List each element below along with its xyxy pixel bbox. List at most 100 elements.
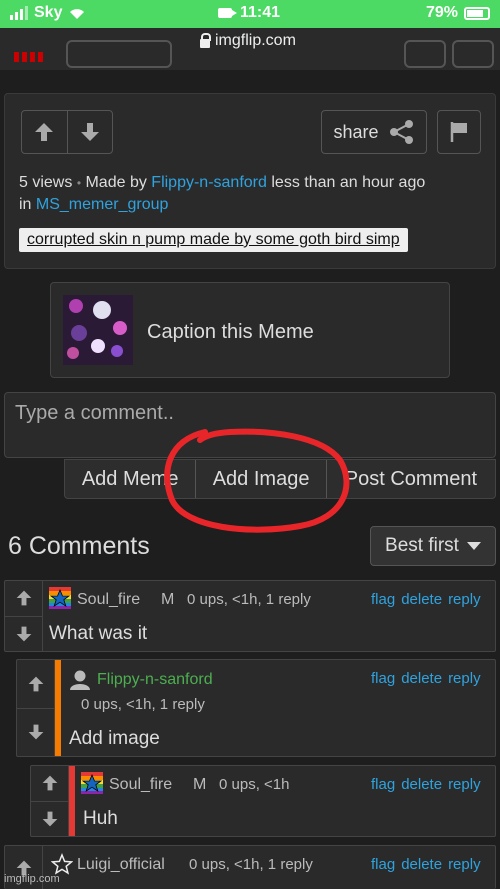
share-icon — [389, 120, 413, 144]
comment-text: Add image — [69, 728, 160, 749]
comment-box — [4, 392, 496, 458]
comment-item: Soul_fire M 0 ups, <1h flag delete reply… — [30, 765, 496, 837]
time-ago: less than an hour ago — [271, 174, 426, 191]
sort-dropdown[interactable]: Best first — [370, 526, 496, 566]
star-outline-icon — [51, 853, 73, 875]
battery-percent: 79% — [425, 4, 458, 21]
flag-link[interactable]: flag — [371, 776, 395, 793]
comment-action-links: flag delete reply — [371, 591, 481, 608]
flag-link[interactable]: flag — [371, 670, 395, 687]
upvote-button[interactable] — [17, 660, 54, 708]
comment-action-links: flag delete reply — [371, 670, 481, 687]
separator-dot: • — [76, 176, 82, 190]
add-meme-button[interactable]: Add Meme — [65, 460, 195, 498]
caption-label: Caption this Meme — [147, 321, 314, 343]
camera-icon — [218, 8, 237, 18]
comment-vote — [17, 660, 55, 756]
comments-count: 6 Comments — [8, 532, 150, 560]
group-link[interactable]: MS_memer_group — [36, 196, 169, 213]
caption-meme-card[interactable]: Caption this Meme — [50, 282, 450, 378]
meme-thumbnail — [63, 295, 133, 365]
delete-link[interactable]: delete — [401, 670, 442, 687]
arrow-down-icon — [16, 626, 31, 642]
reply-link[interactable]: reply — [448, 856, 481, 873]
default-avatar-icon — [70, 670, 90, 690]
image-tag[interactable]: corrupted skin n pump made by some goth … — [19, 228, 408, 252]
delete-link[interactable]: delete — [401, 776, 442, 793]
comment-vote — [31, 766, 69, 836]
flag-link[interactable]: flag — [371, 856, 395, 873]
arrow-up-icon — [16, 590, 31, 606]
upvote-button[interactable] — [22, 111, 67, 153]
comment-meta: 0 ups, <1h, 1 reply — [81, 696, 205, 713]
flag-link[interactable]: flag — [371, 591, 395, 608]
comment-username[interactable]: Flippy-n-sanford — [97, 671, 213, 689]
arrow-up-icon — [28, 676, 43, 692]
downvote-button[interactable] — [66, 111, 112, 153]
share-button[interactable]: share — [321, 110, 427, 154]
share-label: share — [333, 121, 379, 142]
status-bar: Sky 11:41 79% — [0, 0, 500, 28]
mod-badge: M — [161, 591, 175, 608]
carrier-name: Sky — [34, 4, 63, 21]
ghost-menu-button-2 — [452, 40, 494, 68]
reply-depth-stripe — [55, 660, 61, 756]
comment-item: Flippy-n-sanford 0 ups, <1h, 1 reply fla… — [16, 659, 496, 757]
image-vote-group — [21, 110, 113, 154]
reply-link[interactable]: reply — [448, 776, 481, 793]
delete-link[interactable]: delete — [401, 591, 442, 608]
delete-link[interactable]: delete — [401, 856, 442, 873]
chevron-down-icon — [466, 542, 481, 550]
sort-label: Best first — [385, 535, 459, 556]
arrow-down-icon — [28, 724, 43, 740]
comment-item: Soul_fire M 0 ups, <1h, 1 reply flag del… — [4, 580, 496, 652]
reply-link[interactable]: reply — [448, 670, 481, 687]
upvote-button[interactable] — [5, 581, 42, 616]
comment-username[interactable]: Soul_fire — [109, 776, 172, 794]
ghost-create-button — [66, 40, 172, 68]
comment-item: Luigi_official 0 ups, <1h, 1 reply flag … — [4, 845, 496, 889]
view-count: 5 views — [19, 174, 73, 191]
upvote-button[interactable] — [31, 766, 68, 801]
url-text: imgflip.com — [215, 32, 296, 49]
downvote-button[interactable] — [31, 800, 68, 837]
flag-icon — [450, 122, 467, 142]
site-logo — [14, 52, 43, 62]
add-image-button[interactable]: Add Image — [195, 460, 325, 498]
arrow-up-icon — [35, 123, 54, 141]
browser-url-bar[interactable]: imgflip.com — [0, 28, 500, 70]
comment-meta: 0 ups, <1h, 1 reply — [187, 591, 311, 608]
rainbow-star-avatar-icon — [81, 772, 103, 794]
comment-username[interactable]: Soul_fire — [77, 591, 140, 609]
clock: 11:41 — [240, 4, 281, 21]
comment-meta: 0 ups, <1h — [219, 776, 290, 793]
reply-depth-stripe — [69, 766, 75, 836]
wifi-icon — [70, 9, 85, 19]
lock-icon — [200, 32, 211, 48]
comment-input[interactable] — [5, 393, 495, 457]
comment-vote — [5, 581, 43, 651]
comment-action-links: flag delete reply — [371, 856, 481, 873]
comment-action-links: flag delete reply — [371, 776, 481, 793]
made-by-label: Made by — [85, 174, 147, 191]
image-meta: 5 views • Made by Flippy-n-sanford less … — [19, 172, 489, 216]
post-comment-button[interactable]: Post Comment — [325, 460, 495, 498]
comment-actions: Add Meme Add Image Post Comment — [64, 459, 496, 499]
mod-badge: M — [193, 776, 207, 793]
downvote-button[interactable] — [5, 615, 42, 652]
comment-text: Huh — [83, 808, 118, 829]
flag-image-button[interactable] — [437, 110, 481, 154]
author-link[interactable]: Flippy-n-sanford — [151, 174, 267, 191]
in-label: in — [19, 196, 32, 213]
reply-link[interactable]: reply — [448, 591, 481, 608]
ghost-menu-button — [404, 40, 446, 68]
downvote-button[interactable] — [17, 707, 54, 757]
comment-username[interactable]: Luigi_official — [77, 856, 165, 874]
signal-icon — [10, 6, 28, 20]
rainbow-star-avatar-icon — [49, 587, 71, 609]
arrow-up-icon — [42, 775, 57, 791]
image-info-panel: share 5 views • Made by Flippy-n-sanford… — [4, 93, 496, 269]
arrow-down-icon — [80, 123, 99, 141]
battery-icon — [464, 6, 490, 20]
imgflip-watermark: imgflip.com — [4, 873, 60, 885]
